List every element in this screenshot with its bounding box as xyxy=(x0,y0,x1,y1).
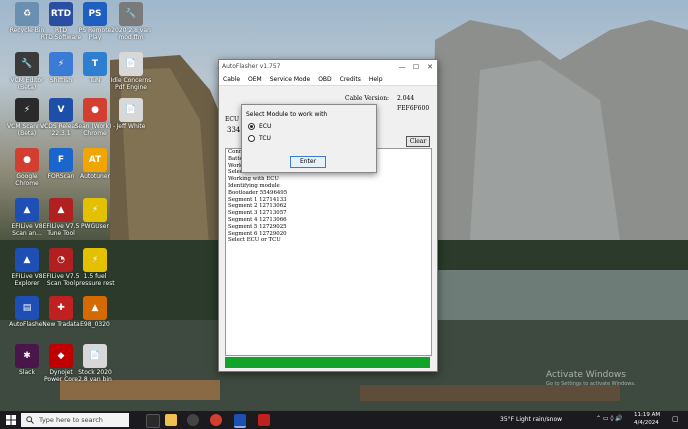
menu-help[interactable]: Help xyxy=(365,76,387,83)
desktop-icon-idle-concerns[interactable]: 📄 Idle Concerns Pdf Engine xyxy=(108,52,154,102)
enter-button[interactable]: Enter xyxy=(290,156,326,168)
weather-status[interactable]: 35°F Light rain/snow xyxy=(500,416,562,423)
select-module-dialog: Select Module to work with ECU TCU Enter xyxy=(241,104,377,173)
desktop-icon-pwguser[interactable]: ⚡ PWGUser xyxy=(72,198,118,248)
menu-oem[interactable]: OEM xyxy=(244,76,266,83)
desktop-app-icon: ▲ xyxy=(15,198,39,222)
clear-button[interactable]: Clear xyxy=(406,136,430,147)
menu-bar: Cable OEM Service Mode OBD Credits Help xyxy=(219,73,437,86)
log-line: Identifying module xyxy=(228,182,280,189)
windows-start-icon[interactable] xyxy=(6,415,16,425)
menu-cable[interactable]: Cable xyxy=(219,76,244,83)
desktop-app-icon: ▤ xyxy=(15,296,39,320)
desktop-app-icon: AT xyxy=(83,148,107,172)
desktop-app-icon: ⚡ xyxy=(15,98,39,122)
radio-tcu[interactable]: TCU xyxy=(248,135,271,142)
desktop-icon-e98-0320[interactable]: ▲ E98_0320 xyxy=(72,296,118,346)
cable-id-value: FEF6F600 xyxy=(397,105,430,112)
log-line: Working with ECU xyxy=(228,176,279,183)
activate-windows-watermark: Activate Windows xyxy=(546,370,626,380)
cable-version-value: 2.044 xyxy=(397,95,415,102)
desktop-app-icon: ▲ xyxy=(49,198,73,222)
window-title: AutoFlasher v1.757 xyxy=(222,63,281,70)
desktop-app-icon: 📄 xyxy=(119,98,143,122)
desktop-app-icon: ◆ xyxy=(49,344,73,368)
radio-ecu[interactable]: ECU xyxy=(248,123,271,130)
notification-icon[interactable]: ▢ xyxy=(672,415,679,423)
desktop-icon-label: Stock 2020 2.8 van bin xyxy=(78,369,112,383)
dialog-title: Select Module to work with xyxy=(246,111,328,118)
desktop-app-icon: ● xyxy=(83,98,107,122)
desktop-icon-label: 2020 2.8 van mod ffm xyxy=(111,27,151,41)
menu-obd[interactable]: OBD xyxy=(314,76,335,83)
desktop-app-icon: ▲ xyxy=(83,296,107,320)
log-line: Segment 5 12729025 xyxy=(228,223,287,230)
desktop-icon-stock-2020[interactable]: 📄 Stock 2020 2.8 van bin xyxy=(72,344,118,394)
desktop-app-icon: ✚ xyxy=(49,296,73,320)
desktop-app-icon: 📄 xyxy=(119,52,143,76)
desktop-icon-1-5-fuel[interactable]: ⚡ 1.5 fuel pressure rest xyxy=(72,248,118,298)
clock-time[interactable]: 11:19 AM xyxy=(634,412,660,418)
radio-tcu-indicator[interactable] xyxy=(248,135,255,142)
desktop-app-icon: ✱ xyxy=(15,344,39,368)
file-explorer-icon[interactable] xyxy=(165,414,177,426)
desktop-app-icon: ⚡ xyxy=(49,52,73,76)
search-placeholder: Type here to search xyxy=(39,416,103,424)
desktop-icon-label: Idle Concerns Pdf Engine xyxy=(110,77,152,91)
minimize-button[interactable]: — xyxy=(395,63,409,71)
log-line: Segment 3 12713057 xyxy=(228,210,287,217)
progress-bar xyxy=(225,357,430,368)
radio-ecu-indicator[interactable] xyxy=(248,123,255,130)
desktop-app-icon: F xyxy=(49,148,73,172)
desktop: ♻ Recycle Bin RTD RTD RTD Software PS PS Remo… xyxy=(0,0,688,411)
activate-windows-subtext: Go to Settings to activate Windows. xyxy=(546,381,636,387)
log-line: Select ECU or TCU xyxy=(228,237,281,244)
desktop-icon-label: Jeff White xyxy=(116,123,146,130)
log-line: Segment 6 12729020 xyxy=(228,230,287,237)
log-line: Bootloader 55496495 xyxy=(228,189,288,196)
task-view-icon[interactable] xyxy=(146,414,160,428)
menu-credits[interactable]: Credits xyxy=(336,76,365,83)
desktop-app-icon: V xyxy=(49,98,73,122)
taskbar-search[interactable]: Type here to search xyxy=(21,413,129,427)
chrome-taskbar-icon[interactable] xyxy=(210,414,222,426)
desktop-icon-label: 1.5 fuel pressure rest xyxy=(75,273,115,287)
desktop-app-icon: ⚡ xyxy=(83,248,107,272)
desktop-app-icon: 🔧 xyxy=(15,52,39,76)
tray-network-icon[interactable]: ⌃ ▭ ◊ 🔊 xyxy=(596,415,623,422)
taskbar: Type here to search 35°F Light rain/snow… xyxy=(0,411,688,429)
desktop-icon-label: E98_0320 xyxy=(80,321,110,328)
log-output: ConneBatterWorkinSelect ECU or TCUWorkin… xyxy=(225,148,432,356)
desktop-app-icon: T xyxy=(83,52,107,76)
menu-service-mode[interactable]: Service Mode xyxy=(266,76,314,83)
close-button[interactable]: ✕ xyxy=(423,63,437,71)
autoflasher-taskbar-icon[interactable] xyxy=(234,414,246,428)
desktop-app-icon: 📄 xyxy=(83,344,107,368)
desktop-app-icon: ⚡ xyxy=(83,198,107,222)
camera-app-icon[interactable] xyxy=(187,414,199,426)
desktop-app-icon: ◔ xyxy=(49,248,73,272)
desktop-icon-label: PWGUser xyxy=(81,223,109,230)
cable-version-label: Cable Version: xyxy=(345,95,390,102)
desktop-icon-label: Autotuner xyxy=(79,173,111,180)
tradata-taskbar-icon[interactable] xyxy=(258,414,270,426)
desktop-app-icon: ● xyxy=(15,148,39,172)
maximize-button[interactable]: ☐ xyxy=(409,63,423,71)
desktop-icon-2020-2-8-van[interactable]: 🔧 2020 2.8 van mod ffm xyxy=(108,2,154,52)
radio-tcu-label: TCU xyxy=(259,135,271,142)
desktop-icon-jeff-white[interactable]: 📄 Jeff White xyxy=(108,98,154,148)
log-line: Segment 2 12713062 xyxy=(228,203,287,210)
desktop-app-icon: PS xyxy=(83,2,107,26)
desktop-app-icon: ▲ xyxy=(15,248,39,272)
desktop-app-icon: ♻ xyxy=(15,2,39,26)
window-titlebar[interactable]: AutoFlasher v1.757 — ☐ ✕ xyxy=(219,60,437,73)
log-line: Segment 1 12714133 xyxy=(228,196,287,203)
radio-ecu-label: ECU xyxy=(259,123,272,130)
search-icon xyxy=(26,416,34,424)
desktop-app-icon: RTD xyxy=(49,2,73,26)
desktop-icon-autotuner[interactable]: AT Autotuner xyxy=(72,148,118,198)
clock-date[interactable]: 4/4/2024 xyxy=(634,420,659,426)
log-line: Segment 4 12713066 xyxy=(228,216,287,223)
desktop-app-icon: 🔧 xyxy=(119,2,143,26)
